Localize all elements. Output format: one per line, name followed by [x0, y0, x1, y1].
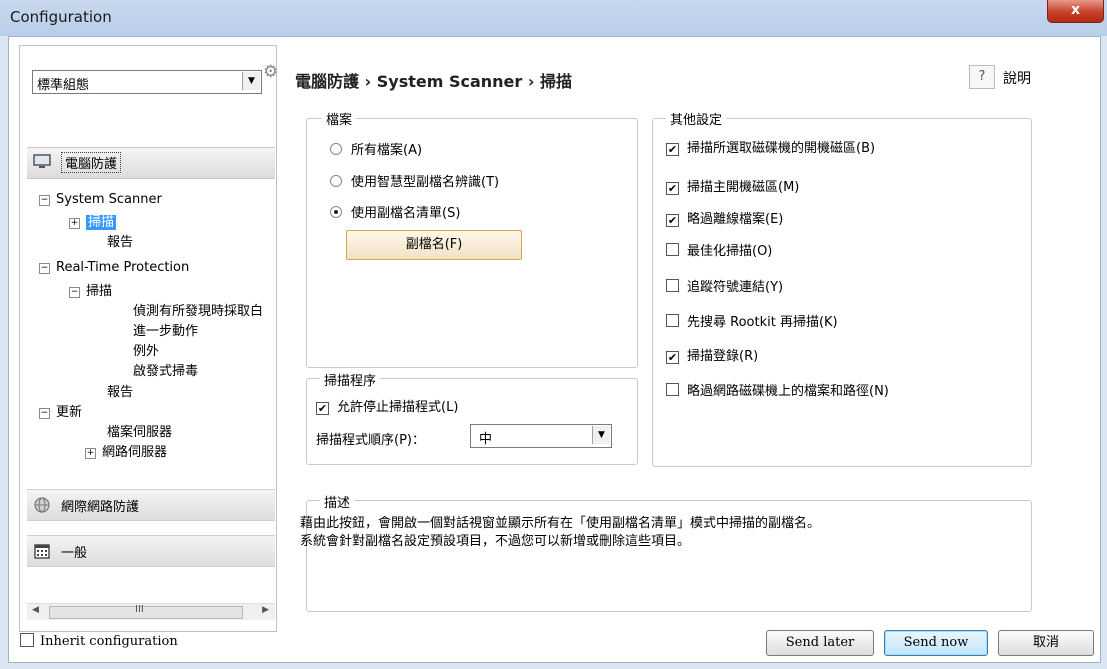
checkbox-rootkit-first[interactable]: 先搜尋 Rootkit 再掃描(K): [666, 311, 838, 330]
scroll-grip: III: [135, 604, 144, 615]
checkbox-indicator[interactable]: [666, 243, 679, 256]
tree-item-rt-report[interactable]: 報告: [107, 381, 133, 400]
calendar-icon: [33, 542, 51, 564]
collapse-icon[interactable]: −: [69, 287, 80, 298]
scan-process-legend: 掃描程序: [320, 370, 381, 389]
configuration-window: Configuration x 標準組態 ▼ ⚙ 電腦防護 − System Sc…: [0, 0, 1107, 669]
tree-item-file-server[interactable]: 檔案伺服器: [107, 421, 172, 440]
radio-indicator[interactable]: [330, 206, 342, 218]
scrollbar-thumb[interactable]: [49, 606, 243, 619]
checkbox-follow-symlinks[interactable]: 追蹤符號連結(Y): [666, 276, 783, 295]
tree-item-rt-exceptions[interactable]: 例外: [133, 340, 159, 359]
chevron-down-icon[interactable]: ▼: [242, 72, 260, 90]
priority-select-value: 中: [479, 432, 493, 447]
category-label: 網際網路防護: [61, 500, 140, 515]
collapse-icon[interactable]: −: [39, 408, 50, 419]
monitor-icon: [33, 154, 51, 174]
tree-item-rt-further[interactable]: 進一步動作: [133, 320, 198, 339]
profile-select-value: 標準組態: [37, 78, 90, 93]
help-link[interactable]: 說明: [1003, 68, 1031, 88]
tree-item-realtime-protection[interactable]: − Real-Time Protection: [39, 260, 189, 275]
tree-item-scan[interactable]: + 掃描: [69, 211, 117, 230]
category-general[interactable]: 一般: [27, 535, 275, 567]
close-button[interactable]: x: [1047, 0, 1104, 23]
extensions-button[interactable]: 副檔名(F): [346, 230, 522, 260]
radio-all-files[interactable]: 所有檔案(A): [330, 139, 422, 158]
radio-indicator[interactable]: [330, 175, 342, 187]
priority-select[interactable]: 中 ▼: [470, 424, 612, 448]
checkbox-skip-network-drives[interactable]: 略過網路磁碟機上的檔案和路徑(N): [666, 380, 889, 399]
category-computer-protection[interactable]: 電腦防護: [27, 147, 275, 179]
tree-item-rt-heuristic[interactable]: 啟發式掃毒: [133, 360, 198, 379]
description-line: 藉由此按鈕，會開啟一個對話視窗並顯示所有在「使用副檔名清單」模式中掃描的副檔名。: [300, 516, 821, 531]
priority-label: 掃描程式順序(P)：: [316, 433, 425, 448]
files-legend: 檔案: [322, 109, 357, 128]
description-line: 系統會針對副檔名設定預設項目，不過您可以新增或刪除這些項目。: [300, 534, 691, 549]
checkbox-skip-offline[interactable]: ✔ 略過離線檔案(E): [666, 208, 783, 227]
checkbox-boot-sector[interactable]: ✔ 掃描所選取磁碟機的開機磁區(B): [666, 137, 875, 156]
allow-stop-checkbox[interactable]: ✔ 允許停止掃描程式(L): [316, 396, 458, 415]
expand-icon[interactable]: +: [85, 448, 96, 459]
send-now-button[interactable]: Send now: [884, 630, 988, 656]
title-bar: Configuration x: [0, 0, 1107, 36]
send-later-button[interactable]: Send later: [766, 630, 874, 656]
tree-item-rt-detect[interactable]: 偵測有所發現時採取白: [133, 300, 275, 319]
checkbox-indicator[interactable]: ✔: [666, 214, 679, 227]
tree-item-update[interactable]: − 更新: [39, 401, 82, 420]
checkbox-indicator[interactable]: [666, 279, 679, 292]
checkbox-indicator[interactable]: ✔: [666, 143, 679, 156]
gear-icon[interactable]: ⚙: [263, 62, 278, 82]
checkbox-master-boot[interactable]: ✔ 掃描主開機磁區(M): [666, 176, 799, 195]
scan-process-group: [306, 378, 638, 465]
tree-item-system-scanner[interactable]: − System Scanner: [39, 192, 162, 207]
checkbox-optimize-scan[interactable]: 最佳化掃描(O): [666, 240, 772, 259]
other-settings-legend: 其他設定: [666, 109, 727, 128]
horizontal-scrollbar[interactable]: ◀ III ▶: [27, 603, 275, 620]
window-title: Configuration: [10, 8, 112, 26]
scroll-left-icon[interactable]: ◀: [32, 605, 39, 615]
cancel-button[interactable]: 取消: [998, 630, 1094, 656]
tree-item-scan-selected: 掃描: [86, 215, 117, 230]
inherit-configuration-checkbox[interactable]: Inherit configuration: [20, 633, 178, 649]
chevron-down-icon[interactable]: ▼: [592, 426, 610, 444]
radio-extension-list[interactable]: 使用副檔名清單(S): [330, 202, 460, 221]
checkbox-indicator[interactable]: ✔: [316, 402, 329, 415]
expand-icon[interactable]: +: [69, 218, 80, 229]
checkbox-indicator[interactable]: [666, 383, 679, 396]
tree-item-report[interactable]: 報告: [107, 231, 133, 250]
category-label: 一般: [61, 546, 88, 561]
description-legend: 描述: [320, 492, 355, 511]
globe-icon: [33, 496, 51, 518]
breadcrumb: 電腦防護 › System Scanner › 掃描: [295, 72, 573, 91]
tree-item-web-server[interactable]: + 網路伺服器: [85, 441, 167, 460]
checkbox-indicator[interactable]: ✔: [666, 351, 679, 364]
checkbox-indicator[interactable]: ✔: [666, 182, 679, 195]
collapse-icon[interactable]: −: [39, 263, 50, 274]
category-internet-protection[interactable]: 網際網路防護: [27, 489, 275, 521]
description-text: 藉由此按鈕，會開啟一個對話視窗並顯示所有在「使用副檔名清單」模式中掃描的副檔名。…: [300, 515, 1020, 551]
profile-select[interactable]: 標準組態 ▼: [32, 70, 262, 94]
collapse-icon[interactable]: −: [39, 195, 50, 206]
checkbox-indicator[interactable]: [20, 633, 34, 647]
checkbox-scan-registry[interactable]: ✔ 掃描登錄(R): [666, 345, 758, 364]
category-label: 電腦防護: [61, 152, 122, 173]
checkbox-indicator[interactable]: [666, 314, 679, 327]
radio-indicator[interactable]: [330, 143, 342, 155]
tree-item-rt-scan[interactable]: − 掃描: [69, 280, 112, 299]
scroll-right-icon[interactable]: ▶: [262, 605, 269, 615]
help-icon[interactable]: ?: [969, 65, 995, 89]
radio-smart-extensions[interactable]: 使用智慧型副檔名辨識(T): [330, 171, 499, 190]
